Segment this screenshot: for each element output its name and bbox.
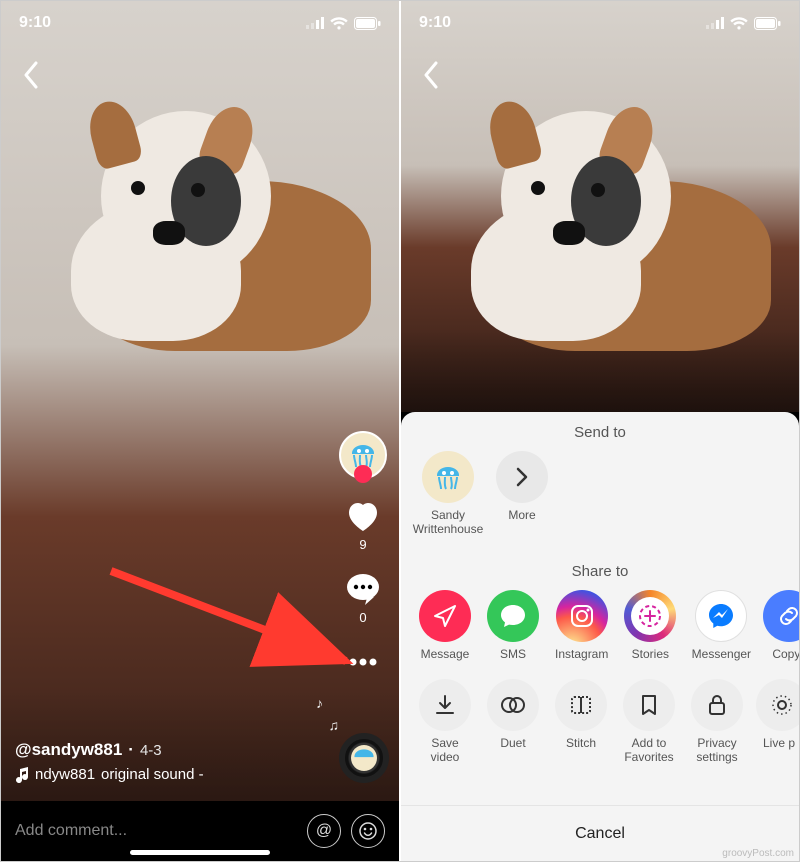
stories-icon bbox=[637, 603, 663, 629]
action-save-video[interactable]: Save video bbox=[419, 679, 471, 765]
share-sms[interactable]: SMS bbox=[487, 590, 539, 662]
post-date: 4-3 bbox=[140, 742, 162, 759]
author-avatar[interactable] bbox=[339, 431, 387, 479]
contact-avatar bbox=[422, 451, 474, 503]
jellyfish-icon bbox=[348, 441, 378, 469]
home-indicator[interactable] bbox=[130, 850, 270, 855]
messenger-icon bbox=[706, 601, 736, 631]
action-duet[interactable]: Duet bbox=[487, 679, 539, 751]
download-icon bbox=[433, 693, 457, 717]
send-to-title: Send to bbox=[401, 424, 799, 441]
status-time: 9:10 bbox=[419, 14, 451, 32]
dog-illustration bbox=[451, 111, 751, 351]
like-button[interactable]: 9 bbox=[344, 497, 382, 552]
share-instagram[interactable]: Instagram bbox=[555, 590, 608, 662]
sms-icon bbox=[499, 603, 527, 629]
battery-icon bbox=[354, 17, 381, 30]
emoji-button[interactable] bbox=[351, 814, 385, 848]
jellyfish-icon bbox=[433, 463, 463, 491]
action-stitch[interactable]: Stitch bbox=[555, 679, 607, 751]
wifi-icon bbox=[730, 17, 748, 30]
status-bar: 9:10 bbox=[401, 1, 799, 45]
mention-button[interactable]: @ bbox=[307, 814, 341, 848]
music-note-icon bbox=[15, 767, 29, 783]
action-add-favorites[interactable]: Add to Favorites bbox=[623, 679, 675, 765]
phone-screen-right: 9:10 Send to Sandy Writtenhouse bbox=[401, 1, 799, 861]
stitch-icon bbox=[569, 693, 593, 717]
jellyfish-icon bbox=[351, 744, 377, 772]
sound-disc[interactable] bbox=[339, 733, 389, 783]
share-copy[interactable]: Copy bbox=[766, 590, 799, 662]
share-stories[interactable]: Stories bbox=[624, 590, 676, 662]
link-icon bbox=[776, 603, 799, 629]
status-bar: 9:10 bbox=[1, 1, 399, 45]
comment-input[interactable]: Add comment... bbox=[15, 822, 297, 840]
video-info: @sandyw881 · 4-3 ndyw881 original sound … bbox=[15, 740, 319, 783]
live-photo-icon bbox=[769, 692, 795, 718]
phone-screen-left: 9:10 9 0 bbox=[1, 1, 399, 861]
back-button[interactable] bbox=[411, 55, 451, 95]
like-count: 9 bbox=[359, 537, 366, 552]
instagram-icon bbox=[569, 603, 595, 629]
send-contact[interactable]: Sandy Writtenhouse bbox=[419, 451, 477, 537]
status-time: 9:10 bbox=[19, 14, 51, 32]
action-privacy[interactable]: Privacy settings bbox=[691, 679, 743, 765]
lock-icon bbox=[707, 693, 727, 717]
more-label: More bbox=[508, 509, 535, 523]
separator: · bbox=[128, 740, 134, 760]
bookmark-icon bbox=[639, 693, 659, 717]
action-live-photo[interactable]: Live p bbox=[759, 679, 799, 751]
duet-icon bbox=[500, 693, 526, 717]
smile-icon bbox=[359, 822, 377, 840]
contact-name: Sandy Writtenhouse bbox=[413, 509, 483, 537]
sound-link[interactable]: ndyw881 original sound - bbox=[15, 766, 319, 783]
share-sheet: Send to Sandy Writtenhouse More Share to bbox=[401, 412, 799, 861]
more-circle bbox=[496, 451, 548, 503]
wifi-icon bbox=[330, 17, 348, 30]
username[interactable]: @sandyw881 bbox=[15, 740, 122, 760]
cellular-icon bbox=[306, 17, 324, 29]
annotation-arrow bbox=[101, 561, 371, 681]
send-icon bbox=[432, 603, 458, 629]
chevron-right-icon bbox=[515, 467, 529, 487]
send-more[interactable]: More bbox=[493, 451, 551, 523]
share-messenger[interactable]: Messenger bbox=[692, 590, 750, 662]
share-to-title: Share to bbox=[401, 563, 799, 580]
video-background bbox=[401, 1, 799, 412]
heart-icon bbox=[344, 497, 382, 535]
share-message[interactable]: Message bbox=[419, 590, 471, 662]
back-button[interactable] bbox=[11, 55, 51, 95]
sound-user: ndyw881 bbox=[35, 766, 95, 783]
dog-illustration bbox=[51, 111, 351, 351]
cellular-icon bbox=[706, 17, 724, 29]
sound-label: original sound - bbox=[101, 766, 204, 783]
battery-icon bbox=[754, 17, 781, 30]
watermark: groovyPost.com bbox=[722, 848, 794, 859]
